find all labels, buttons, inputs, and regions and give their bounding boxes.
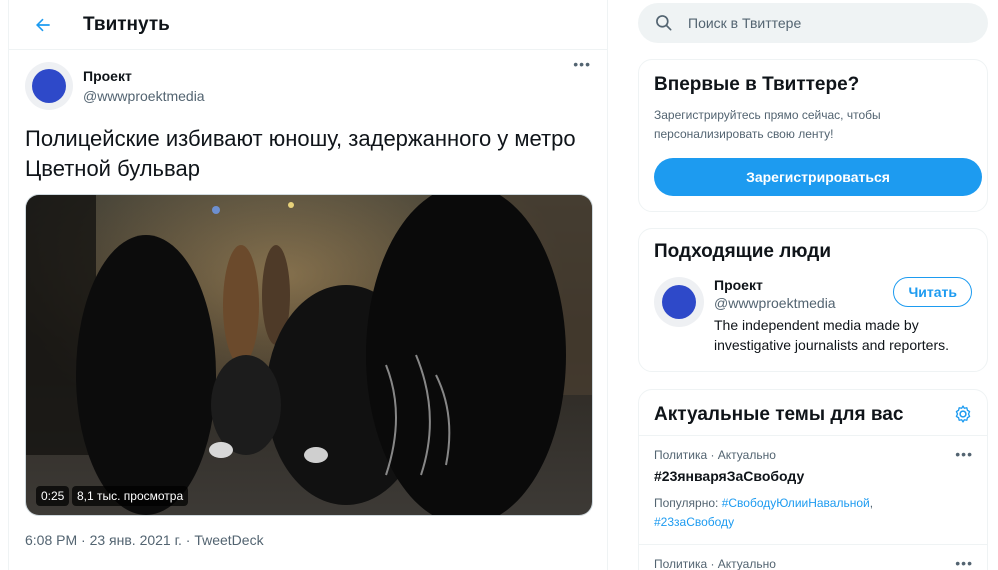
search-icon: [656, 15, 672, 31]
video-duration-badge: 0:25: [36, 486, 70, 506]
arrow-left-icon: [36, 18, 50, 31]
who-to-follow-title: Подходящие люди: [654, 241, 832, 262]
new-to-twitter-description: Зарегистрируйтесь прямо сейчас, чтобы пе…: [654, 108, 881, 141]
trend-name: #23январяЗаСвободу: [654, 468, 805, 484]
tweet-meta[interactable]: 6:08 PM · 23 янв. 2021 г. · TweetDeck: [25, 532, 591, 548]
trend-category: Политика · Актуально: [654, 448, 776, 462]
search-input[interactable]: [688, 15, 968, 31]
avatar[interactable]: [25, 62, 73, 110]
trend-item[interactable]: Политика · Актуально •••: [639, 545, 987, 570]
follow-button[interactable]: Читать: [893, 277, 972, 307]
gear-icon[interactable]: [953, 404, 973, 424]
author-name[interactable]: Проект: [83, 68, 205, 84]
more-button[interactable]: •••: [573, 56, 591, 72]
suggested-user-avatar[interactable]: [654, 277, 704, 327]
new-to-twitter-card: Впервые в Твиттере? Зарегистрируйтесь пр…: [638, 59, 988, 212]
trend-more-button[interactable]: •••: [955, 446, 973, 462]
avatar-logo: [662, 285, 696, 319]
author-handle[interactable]: @wwwproektmedia: [83, 88, 205, 104]
trend-category: Политика · Актуально: [654, 557, 776, 570]
back-button[interactable]: [21, 3, 65, 47]
trend-popular-link[interactable]: #23заСвободу: [654, 515, 734, 529]
tweet-author: Проект @wwwproektmedia: [25, 62, 591, 110]
new-to-twitter-title: Впервые в Твиттере?: [654, 74, 860, 95]
trend-more-button[interactable]: •••: [955, 555, 973, 570]
header: Твитнуть: [9, 0, 607, 50]
trends-title: Актуальные темы для вас: [654, 404, 904, 425]
search-box[interactable]: [638, 3, 988, 43]
trend-item[interactable]: Политика · Актуально #23январяЗаСвободу …: [639, 436, 987, 545]
video-frame: [26, 195, 592, 515]
avatar-logo: [32, 69, 66, 103]
trend-popular-label: Популярно:: [654, 496, 719, 510]
trend-popular-link[interactable]: #СвободуЮлииНавальной: [722, 496, 870, 510]
main-column: Твитнуть Проект @wwwproektmedia ••• Поли…: [8, 0, 608, 570]
suggested-user-bio: The independent media made by investigat…: [714, 317, 950, 353]
page-title: Твитнуть: [83, 13, 170, 35]
who-to-follow-card: Подходящие люди Проект @wwwproektmedia T…: [638, 228, 988, 372]
tweet-text: Полицейские избивают юношу, задержанного…: [25, 126, 576, 181]
author-names: Проект @wwwproektmedia: [83, 68, 205, 104]
trends-card: Актуальные темы для вас Политика · Актуа…: [638, 389, 988, 570]
signup-button[interactable]: Зарегистрироваться: [654, 158, 982, 196]
more-horizontal-icon: •••: [955, 446, 973, 462]
suggested-user[interactable]: Проект @wwwproektmedia The independent m…: [654, 277, 972, 355]
trend-popular: Популярно: #СвободуЮлииНавальной, #23заС…: [654, 496, 874, 529]
more-horizontal-icon: •••: [573, 56, 591, 72]
page: Твитнуть Проект @wwwproektmedia ••• Поли…: [0, 0, 998, 570]
tweet: Проект @wwwproektmedia ••• Полицейские и…: [9, 50, 607, 548]
video-player[interactable]: 0:25 8,1 тыс. просмотра: [25, 194, 593, 516]
video-views-badge: 8,1 тыс. просмотра: [72, 486, 189, 506]
more-horizontal-icon: •••: [955, 555, 973, 570]
trends-header: Актуальные темы для вас: [639, 390, 987, 436]
